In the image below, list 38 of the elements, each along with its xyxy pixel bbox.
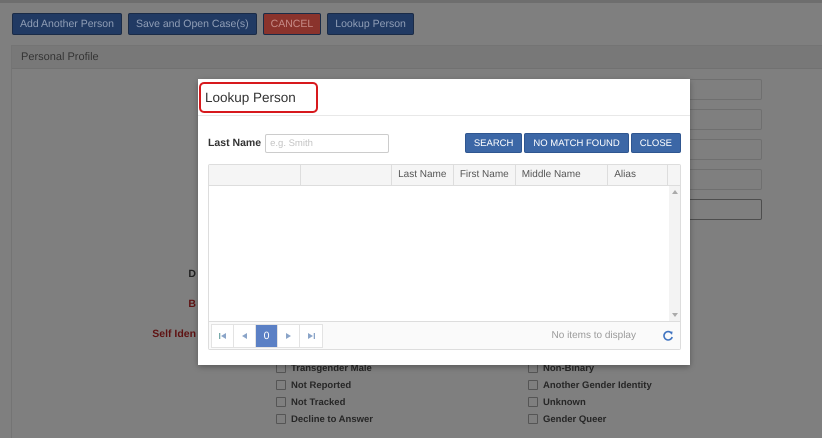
toolbar-button[interactable]: Save and Open Case(s) — [128, 13, 257, 35]
page-button[interactable]: 0 — [256, 324, 278, 346]
skip-start-icon — [219, 332, 226, 338]
checkbox-option[interactable]: Unknown — [528, 395, 728, 409]
previous-page-button[interactable] — [234, 324, 256, 346]
toolbar-button[interactable]: Add Another Person — [12, 13, 122, 35]
form-label: Self Iden — [152, 328, 196, 340]
last-name-input[interactable]: e.g. Smith — [265, 134, 390, 152]
left-triangle-icon — [242, 332, 247, 338]
checkbox-option[interactable]: Another Gender Identity — [528, 378, 728, 392]
checkbox-option[interactable]: Not Reported — [276, 378, 528, 392]
refresh-icon[interactable] — [662, 330, 674, 342]
column-header[interactable]: Last Name — [392, 165, 454, 185]
checkbox-option[interactable]: Decline to Answer — [276, 412, 528, 426]
next-page-button[interactable] — [278, 324, 300, 346]
form-label: D — [188, 268, 196, 280]
skip-end-icon — [308, 332, 314, 338]
scroll-up-icon[interactable] — [672, 190, 678, 194]
toolbar-button[interactable]: CANCEL — [262, 13, 322, 35]
dialog-button[interactable]: SEARCH — [464, 133, 522, 153]
checkbox-option[interactable]: Gender Queer — [528, 412, 728, 426]
scrollbar[interactable] — [669, 186, 680, 321]
column-header[interactable]: Alias — [608, 165, 668, 185]
panel-title: Personal Profile — [21, 51, 99, 63]
column-header[interactable]: First Name — [454, 165, 516, 185]
status-text: No items to display — [552, 330, 636, 341]
first-page-button[interactable] — [212, 324, 234, 346]
dialog-button[interactable]: NO MATCH FOUND — [524, 133, 629, 153]
column-header[interactable]: Middle Name — [516, 165, 608, 185]
dialog-button[interactable]: CLOSE — [630, 133, 681, 153]
right-triangle-icon — [286, 332, 291, 338]
last-page-button[interactable] — [300, 324, 322, 346]
form-label: B — [188, 298, 196, 310]
field-label: Last Name — [208, 137, 262, 149]
checkbox-option[interactable]: Not Tracked — [276, 395, 528, 409]
dialog-title: Lookup Person — [199, 82, 318, 112]
toolbar-button[interactable]: Lookup Person — [327, 13, 414, 35]
scroll-down-icon[interactable] — [672, 313, 678, 317]
